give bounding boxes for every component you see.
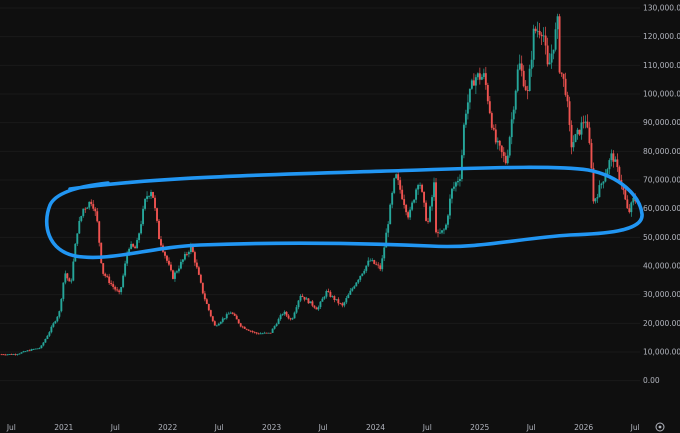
x-tick-label: 2023	[262, 423, 281, 432]
x-tick-label: Jul	[526, 423, 536, 432]
candle	[486, 82, 489, 105]
x-tick-label: 2022	[158, 423, 177, 432]
x-tick-label: 2026	[574, 423, 593, 432]
x-tick-label: 2025	[470, 423, 489, 432]
x-tick-label: Jul	[318, 423, 328, 432]
candle	[8, 354, 11, 355]
x-tick-label: 2021	[54, 423, 73, 432]
candle	[269, 332, 272, 334]
candle	[508, 135, 511, 158]
y-tick-label: 100,000.00	[643, 90, 680, 99]
candlestick-chart: 0.00 10,000.00 20,000.00 30,000.00 40,000.00…	[0, 0, 680, 433]
candle	[34, 348, 37, 350]
candle	[490, 111, 493, 130]
y-tick-label: 0.00	[643, 376, 660, 385]
y-tick-label: 70,000.00	[643, 176, 680, 185]
candle	[100, 242, 103, 264]
candle	[470, 78, 473, 90]
candle	[72, 258, 75, 282]
candle	[271, 328, 274, 333]
candle	[62, 282, 65, 302]
candle	[122, 273, 125, 289]
candle	[309, 301, 312, 304]
x-tick-label: Jul	[6, 423, 16, 432]
x-tick-label: Jul	[422, 423, 432, 432]
candle	[393, 177, 396, 195]
candle	[355, 282, 358, 287]
candle	[558, 13, 561, 74]
x-tick-label: 2024	[366, 423, 385, 432]
candle	[156, 207, 158, 223]
candle	[158, 218, 160, 240]
candle	[40, 345, 43, 349]
candle	[144, 197, 147, 211]
candle	[207, 303, 210, 312]
candle	[60, 298, 63, 313]
y-tick-label: 10,000.00	[643, 348, 680, 357]
candle	[528, 64, 531, 92]
candle	[373, 259, 376, 265]
y-tick-label: 120,000.00	[643, 32, 680, 41]
candle	[209, 309, 212, 318]
candle	[307, 298, 310, 304]
candle	[267, 332, 270, 334]
candle	[237, 319, 240, 324]
y-tick-label: 80,000.00	[643, 147, 680, 156]
y-tick-label: 130,000.00	[643, 4, 680, 13]
candle	[44, 338, 47, 343]
y-tick-label: 50,000.00	[643, 233, 680, 242]
candle	[98, 220, 101, 247]
y-tick-label: 60,000.00	[643, 204, 680, 213]
y-tick-label: 30,000.00	[643, 290, 680, 299]
chart-svg: 0.00 10,000.00 20,000.00 30,000.00 40,000.00…	[0, 0, 680, 433]
candle	[293, 311, 296, 319]
y-tick-label: 90,000.00	[643, 118, 680, 127]
candle	[36, 348, 39, 350]
y-tick-label: 110,000.00	[643, 61, 680, 70]
candle	[152, 191, 154, 199]
candle	[592, 162, 595, 204]
candle	[201, 282, 204, 295]
x-tick-label: Jul	[214, 423, 224, 432]
x-tick-label: Jul	[110, 423, 120, 432]
candle	[199, 273, 202, 284]
x-tick-label: Jul	[630, 423, 640, 432]
y-tick-label: 20,000.00	[643, 319, 680, 328]
candle	[590, 138, 593, 172]
candle	[429, 205, 431, 223]
candle	[74, 243, 77, 262]
candle	[421, 183, 424, 193]
y-tick-label: 40,000.00	[643, 262, 680, 271]
candle	[574, 133, 577, 143]
candle	[425, 200, 427, 222]
candle	[389, 203, 392, 225]
candle	[435, 177, 437, 234]
candle	[172, 269, 174, 280]
candle	[462, 122, 465, 159]
